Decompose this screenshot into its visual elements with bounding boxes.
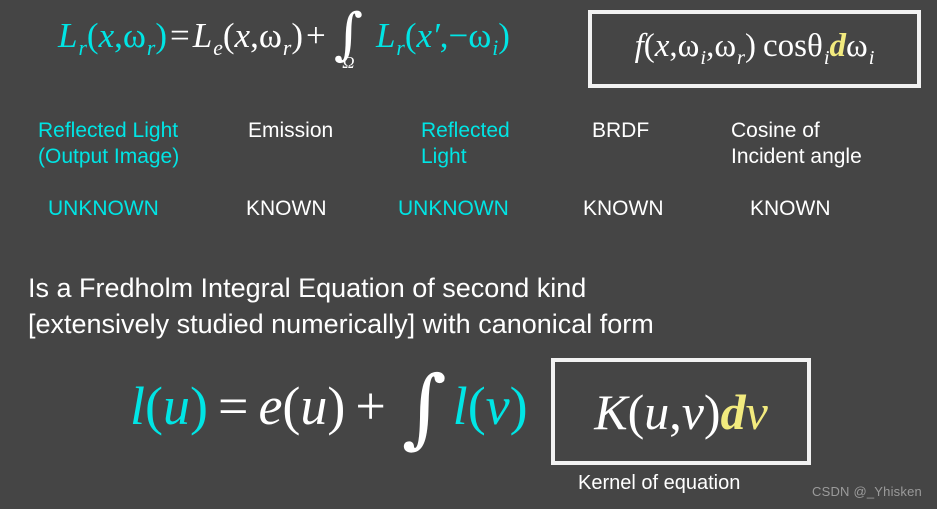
eq-top-equals: = (170, 16, 190, 55)
differential-d: d (829, 27, 847, 64)
label-reflected-light-output: Reflected Light (Output Image) (38, 119, 180, 168)
eq-top-plus: + (306, 16, 326, 55)
brdf-cosine-expression: f(x,ωi,ωr) cosθidωi (634, 27, 875, 69)
status-brdf: KNOWN (583, 197, 664, 220)
fredholm-canonical-equation: l(u) = e(u) + ∫ l(v) (130, 358, 528, 458)
differential-d: d (720, 383, 746, 440)
label-brdf: BRDF (592, 119, 650, 142)
status-cosine: KNOWN (750, 197, 831, 220)
label-emission: Emission (248, 119, 334, 142)
status-reflected-light: UNKNOWN (398, 197, 509, 220)
eq-bottom-plus: + (355, 376, 386, 437)
eq-top-incoming-radiance: Lr(x′,−ωi) (375, 16, 510, 61)
kernel-box: K(u,v)dv (551, 358, 811, 465)
eq-bottom-radiance: l(v) (452, 376, 528, 437)
eq-bottom-emission: e(u) (258, 376, 346, 437)
status-emission: KNOWN (246, 197, 327, 220)
integral-sign-icon: ∫ (333, 2, 363, 67)
label-reflected-light: Reflected Light (421, 119, 510, 168)
integral-sign-icon: ∫ (401, 358, 447, 458)
rendering-equation: Lr(x,ωr) = Le(x,ωr) + ∫ Ω Lr(x′,−ωi) (58, 7, 510, 77)
kernel-caption: Kernel of equation (578, 472, 741, 494)
kernel-expression: K(u,v)dv (594, 383, 768, 440)
label-cosine-incident-angle: Cosine of Incident angle (731, 119, 862, 168)
status-reflected-light-output: UNKNOWN (48, 197, 159, 220)
eq-bottom-equals: = (217, 376, 249, 437)
differential-v: v (745, 383, 768, 440)
slide-canvas: Lr(x,ωr) = Le(x,ωr) + ∫ Ω Lr(x′,−ωi) f(x… (0, 0, 937, 509)
integral-symbol-bottom: ∫ (401, 358, 447, 458)
eq-bottom-lhs: l(u) (130, 376, 208, 437)
integral-symbol: ∫ Ω (333, 2, 363, 72)
watermark: CSDN @_Yhisken (812, 484, 922, 499)
brdf-cosine-box: f(x,ωi,ωr) cosθidωi (588, 10, 921, 88)
eq-top-emission: Le(x,ωr) (192, 16, 303, 61)
integral-domain-omega: Ω (342, 52, 355, 72)
eq-top-lhs: Lr(x,ωr) (58, 16, 168, 61)
body-paragraph: Is a Fredholm Integral Equation of secon… (28, 273, 654, 339)
